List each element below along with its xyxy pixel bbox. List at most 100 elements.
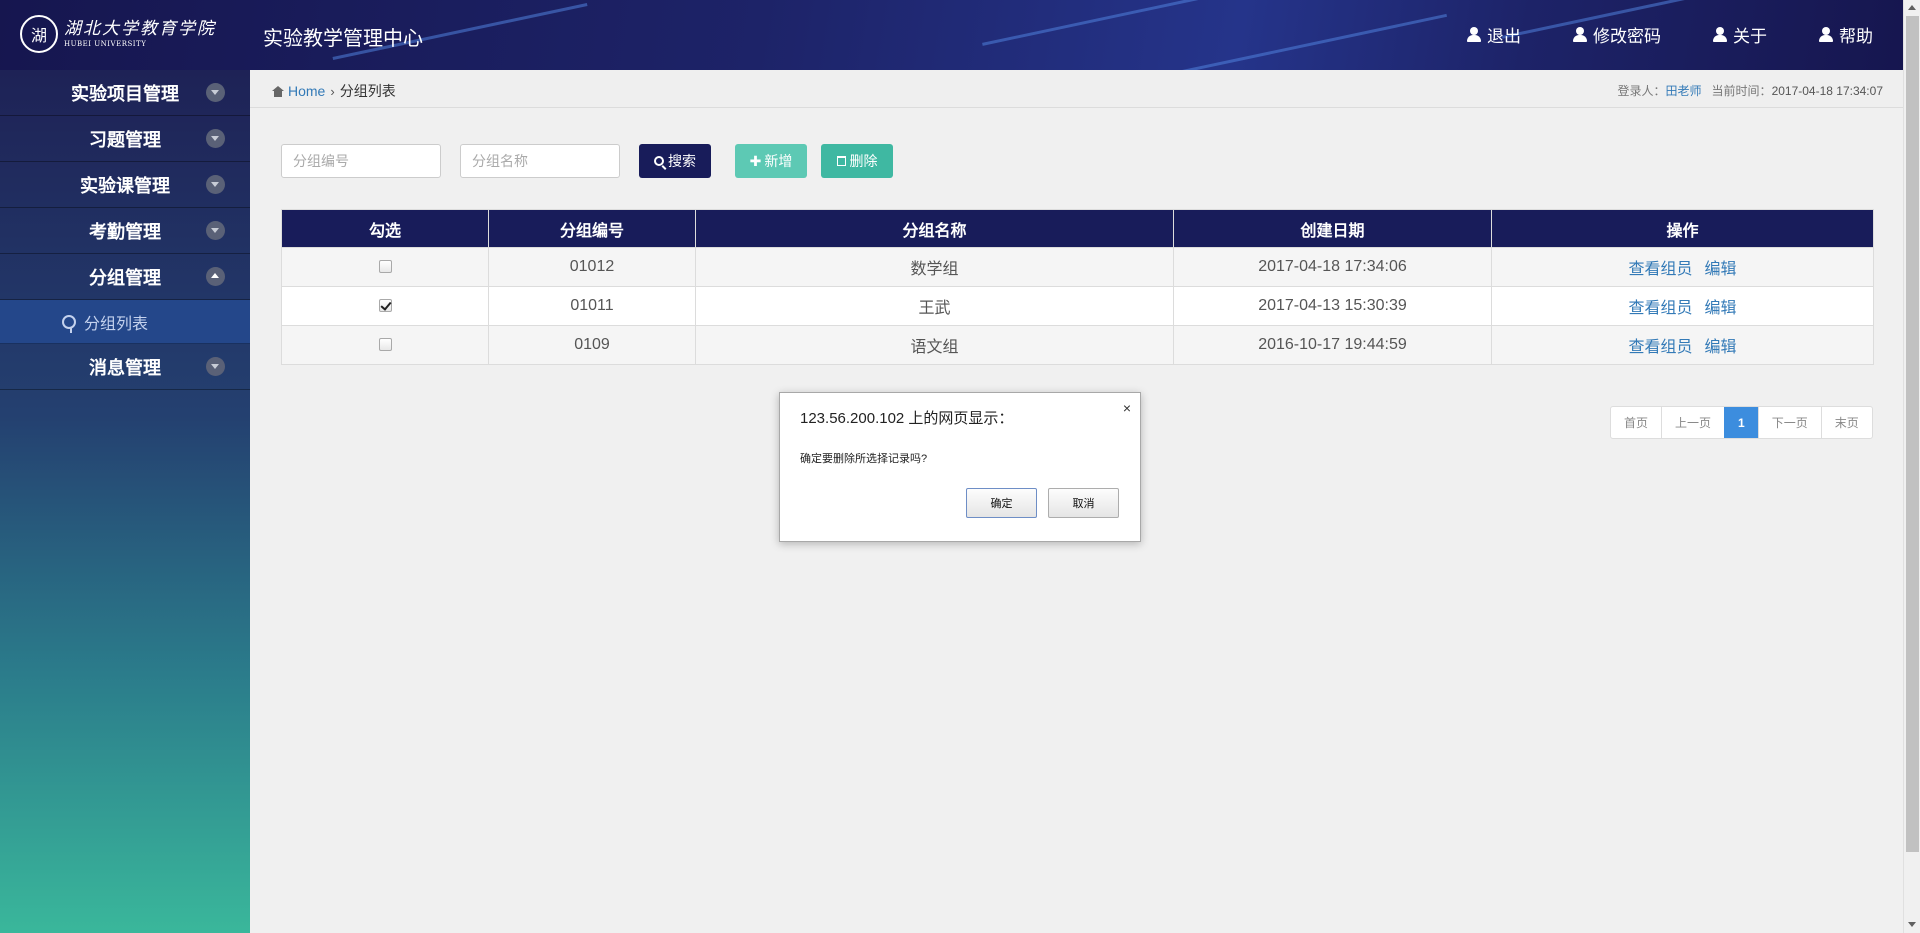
table-row: 0109 语文组 2016-10-17 19:44:59 查看组员 编辑: [281, 325, 1874, 365]
created-date-cell: 2016-10-17 19:44:59: [1173, 325, 1492, 365]
column-header-created-date: 创建日期: [1173, 209, 1492, 248]
column-header-select: 勾选: [281, 209, 489, 248]
sidebar-item-groups[interactable]: 分组管理: [0, 254, 250, 300]
add-button[interactable]: ✚ 新增: [735, 144, 807, 178]
created-date-cell: 2017-04-18 17:34:06: [1173, 247, 1492, 287]
sidebar-item-attendance[interactable]: 考勤管理: [0, 208, 250, 254]
edit-link[interactable]: 编辑: [1705, 339, 1737, 356]
view-members-link[interactable]: 查看组员: [1628, 261, 1692, 278]
last-page-button[interactable]: 末页: [1820, 407, 1872, 438]
scroll-up-arrow-icon[interactable]: [1908, 5, 1916, 10]
prev-page-button[interactable]: 上一页: [1661, 407, 1724, 438]
scroll-down-arrow-icon[interactable]: [1908, 922, 1916, 927]
user-icon: [1573, 27, 1587, 42]
sidebar: 实验项目管理 习题管理 实验课管理 考勤管理 分组管理 分组列表 消息管理: [0, 70, 250, 933]
ok-button[interactable]: 确定: [966, 488, 1037, 518]
plus-icon: ✚: [749, 152, 762, 169]
actions-cell: 查看组员 编辑: [1491, 286, 1874, 326]
sidebar-item-label: 考勤管理: [89, 221, 161, 243]
page-number-button[interactable]: 1: [1724, 407, 1758, 438]
scrollbar-thumb[interactable]: [1906, 16, 1919, 852]
view-members-link[interactable]: 查看组员: [1628, 300, 1692, 317]
cancel-button[interactable]: 取消: [1048, 488, 1119, 518]
chevron-right-icon: ›: [330, 83, 335, 99]
help-link[interactable]: 帮助: [1819, 22, 1873, 47]
sidebar-item-label: 实验课管理: [80, 175, 170, 197]
select-cell: [281, 247, 489, 287]
university-emblem-icon: 湖: [20, 15, 58, 53]
first-page-button[interactable]: 首页: [1611, 407, 1661, 438]
header-decoration: [982, 0, 1198, 46]
sidebar-item-messages[interactable]: 消息管理: [0, 344, 250, 390]
sidebar-item-exercises[interactable]: 习题管理: [0, 116, 250, 162]
chevron-up-icon: [206, 267, 225, 286]
chevron-down-icon: [206, 129, 225, 148]
user-icon: [1713, 27, 1727, 42]
row-checkbox[interactable]: [378, 299, 392, 313]
current-time-label: 当前时间：: [1711, 84, 1772, 98]
group-no-cell: 01011: [488, 286, 696, 326]
sidebar-item-label: 消息管理: [89, 357, 161, 379]
row-checkbox[interactable]: [378, 338, 392, 352]
created-date-cell: 2017-04-13 15:30:39: [1173, 286, 1492, 326]
sidebar-item-experiment-projects[interactable]: 实验项目管理: [0, 70, 250, 116]
edit-link[interactable]: 编辑: [1705, 300, 1737, 317]
sidebar-item-label: 习题管理: [89, 129, 161, 151]
delete-button[interactable]: 删除: [821, 144, 893, 178]
user-icon: [1819, 27, 1833, 42]
breadcrumb-current: 分组列表: [339, 83, 396, 99]
group-no-cell: 01012: [488, 247, 696, 287]
column-header-actions: 操作: [1491, 209, 1874, 248]
vertical-scrollbar[interactable]: [1903, 0, 1920, 933]
top-nav: 退出 修改密码 关于 帮助: [1415, 22, 1873, 47]
dialog-title: 123.56.200.102 上的网页显示：: [800, 410, 1014, 427]
select-cell: [281, 286, 489, 326]
university-logo[interactable]: 湖 湖北大学教育学院 HUBEI UNIVERSITY: [20, 15, 216, 53]
column-header-group-name: 分组名称: [695, 209, 1174, 248]
about-link[interactable]: 关于: [1713, 22, 1767, 47]
actions-cell: 查看组员 编辑: [1491, 247, 1874, 287]
login-info: 登录人：田老师 当前时间：2017-04-18 17:34:07: [1618, 82, 1884, 99]
header-decoration: [1152, 13, 1448, 70]
trash-icon: [836, 156, 846, 166]
home-icon: [272, 85, 284, 97]
select-cell: [281, 325, 489, 365]
delete-button-label: 删除: [849, 153, 878, 169]
row-checkbox[interactable]: [378, 260, 392, 274]
current-time-value: 2017-04-18 17:34:07: [1771, 84, 1883, 98]
search-icon: [654, 156, 664, 166]
group-name-input[interactable]: [460, 144, 620, 178]
change-password-link[interactable]: 修改密码: [1573, 22, 1661, 47]
login-user-name[interactable]: 田老师: [1666, 84, 1702, 98]
logout-label: 退出: [1487, 27, 1521, 46]
close-icon[interactable]: ×: [1123, 400, 1131, 416]
group-name-cell: 数学组: [695, 247, 1174, 287]
search-button-label: 搜索: [668, 153, 696, 169]
help-label: 帮助: [1839, 27, 1873, 46]
lightbulb-icon: [62, 315, 76, 333]
search-button[interactable]: 搜索: [639, 144, 711, 178]
logo-english-name: HUBEI UNIVERSITY: [64, 40, 147, 48]
group-no-cell: 0109: [488, 325, 696, 365]
dialog-message: 确定要删除所选择记录吗?: [800, 453, 928, 465]
chevron-down-icon: [206, 357, 225, 376]
logo-chinese-name: 湖北大学教育学院: [64, 19, 216, 39]
table-row: 01012 数学组 2017-04-18 17:34:06 查看组员 编辑: [281, 247, 1874, 287]
edit-link[interactable]: 编辑: [1705, 261, 1737, 278]
table-row: 01011 王武 2017-04-13 15:30:39 查看组员 编辑: [281, 286, 1874, 326]
sidebar-subitem-label: 分组列表: [84, 315, 149, 333]
next-page-button[interactable]: 下一页: [1757, 407, 1821, 438]
user-icon: [1467, 27, 1481, 42]
sidebar-subitem-group-list[interactable]: 分组列表: [0, 300, 250, 344]
breadcrumb: Home › 分组列表: [272, 81, 396, 101]
breadcrumb-bar: Home › 分组列表 登录人：田老师 当前时间：2017-04-18 17:3…: [250, 70, 1903, 108]
pagination: 首页 上一页 1 下一页 末页: [1610, 406, 1873, 439]
about-label: 关于: [1733, 27, 1767, 46]
confirm-dialog: 123.56.200.102 上的网页显示： × 确定要删除所选择记录吗? 确定…: [779, 392, 1141, 542]
table-header-row: 勾选 分组编号 分组名称 创建日期 操作: [281, 209, 1874, 248]
sidebar-item-lab-courses[interactable]: 实验课管理: [0, 162, 250, 208]
group-number-input[interactable]: [281, 144, 441, 178]
logout-link[interactable]: 退出: [1467, 22, 1521, 47]
view-members-link[interactable]: 查看组员: [1628, 339, 1692, 356]
breadcrumb-home-link[interactable]: Home: [288, 83, 325, 99]
